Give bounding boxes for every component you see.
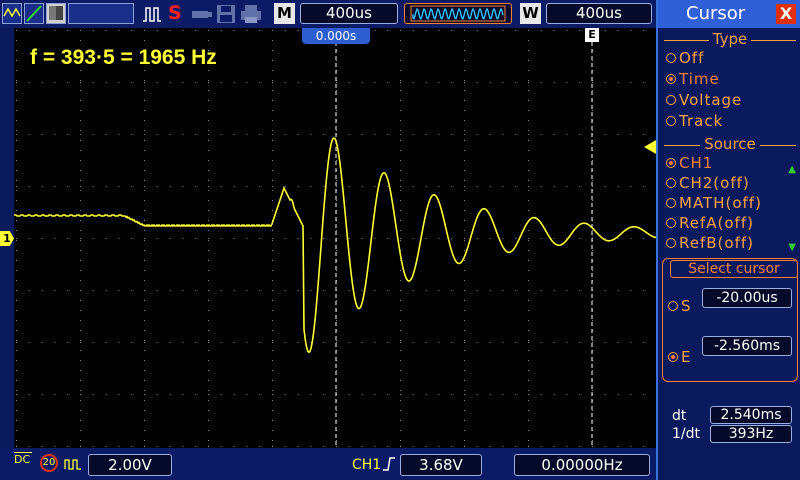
coupling-indicator: DC xyxy=(14,452,32,465)
trigger-level[interactable]: 3.68V xyxy=(400,454,482,476)
dt-value: 2.540ms xyxy=(710,406,792,424)
type-radio-1[interactable] xyxy=(666,74,676,84)
type-title-text: Type xyxy=(708,30,752,48)
waveform-screen[interactable]: f = 393·5 = 1965 Hz 0.000s E xyxy=(14,28,656,448)
source-title-text: Source xyxy=(700,135,760,153)
type-option-3[interactable]: Track xyxy=(666,112,723,130)
cursor-e-radio[interactable] xyxy=(668,352,678,362)
source-option-label: CH1 xyxy=(679,154,714,172)
source-radio-3[interactable] xyxy=(666,218,676,228)
pulse-icon[interactable] xyxy=(142,5,162,27)
source-option-label: CH2(off) xyxy=(679,174,750,192)
trigger-level-marker xyxy=(644,140,656,154)
coupling-label: DC xyxy=(14,453,31,466)
cursor-e-value[interactable]: -2.560ms xyxy=(702,336,792,356)
type-option-label: Voltage xyxy=(679,91,743,109)
type-option-label: Off xyxy=(679,49,705,67)
source-radio-0[interactable] xyxy=(666,158,676,168)
print-icon[interactable] xyxy=(240,4,264,28)
trigger-edge-icon[interactable] xyxy=(24,3,44,24)
source-option-label: RefA(off) xyxy=(679,214,754,232)
cursor-s-value[interactable]: -20.00us xyxy=(702,288,792,308)
usb-icon xyxy=(190,5,214,27)
waveform-overview[interactable] xyxy=(404,3,512,24)
cursor-time-tag: 0.000s xyxy=(302,28,370,44)
frequency-counter: 0.00000Hz xyxy=(514,454,650,476)
bw-limit-badge: 20 xyxy=(40,454,58,472)
source-radio-1[interactable] xyxy=(666,178,676,188)
trigger-edge-icon-bottom xyxy=(382,456,396,476)
cursor-e-tag: E xyxy=(585,28,599,42)
type-option-label: Time xyxy=(679,70,720,88)
source-option-3[interactable]: RefA(off) xyxy=(666,214,754,232)
ch1-trace xyxy=(14,137,656,354)
trigger-source: CH1 xyxy=(352,457,382,473)
image-icon[interactable] xyxy=(46,3,66,24)
type-radio-0[interactable] xyxy=(666,53,676,63)
timebase-letter: M xyxy=(274,3,295,24)
type-group-title: Type xyxy=(658,30,800,48)
cursor-s-radio[interactable] xyxy=(668,301,678,311)
cursor-s-option[interactable]: S xyxy=(668,297,691,315)
source-option-0[interactable]: CH1 xyxy=(666,154,713,172)
type-option-2[interactable]: Voltage xyxy=(666,91,742,109)
invert-icon xyxy=(64,456,84,475)
cursor-e-label: E xyxy=(681,348,691,366)
source-radio-2[interactable] xyxy=(666,198,676,208)
cursor-menu-panel: Cursor X Type Off Time Voltage Track Source… xyxy=(656,0,800,480)
type-option-label: Track xyxy=(679,112,724,130)
type-radio-3[interactable] xyxy=(666,116,676,126)
cursor-s-label: S xyxy=(681,297,691,315)
source-option-1[interactable]: CH2(off) xyxy=(666,174,750,192)
left-margin: 1 xyxy=(0,28,14,448)
window-letter: W xyxy=(520,3,541,24)
waveform-svg xyxy=(14,28,656,448)
top-toolbar: S M 400us W 400us xyxy=(0,0,656,28)
display-mode-box[interactable] xyxy=(68,3,134,24)
type-option-0[interactable]: Off xyxy=(666,49,704,67)
inv-dt-label: 1/dt xyxy=(672,426,700,442)
ch1-scale[interactable]: 2.00V xyxy=(88,454,172,476)
cursor-e-option[interactable]: E xyxy=(668,348,690,366)
source-option-2[interactable]: MATH(off) xyxy=(666,194,762,212)
source-group-title: Source xyxy=(658,135,800,153)
source-option-4[interactable]: RefB(off) xyxy=(666,234,754,252)
source-option-label: MATH(off) xyxy=(679,194,762,212)
timebase-value[interactable]: 400us xyxy=(300,3,398,24)
ch1-level-marker[interactable]: 1 xyxy=(0,231,14,246)
type-option-1[interactable]: Time xyxy=(666,70,720,88)
waveform-icon[interactable] xyxy=(2,3,22,24)
select-cursor-title: Select cursor xyxy=(670,260,798,278)
dt-label: dt xyxy=(672,408,687,424)
scroll-up-icon[interactable]: ▲ xyxy=(788,164,796,175)
run-status[interactable]: S xyxy=(168,2,182,24)
source-radio-4[interactable] xyxy=(666,238,676,248)
window-timebase-value[interactable]: 400us xyxy=(546,3,652,24)
scroll-down-icon[interactable]: ▼ xyxy=(788,242,796,253)
inv-dt-value: 393Hz xyxy=(710,425,792,443)
bottom-status-bar: DC 20 2.00V CH1 3.68V 0.00000Hz xyxy=(0,448,656,480)
source-option-label: RefB(off) xyxy=(679,234,754,252)
frequency-annotation: f = 393·5 = 1965 Hz xyxy=(30,46,217,69)
close-button[interactable]: X xyxy=(776,4,796,24)
save-icon[interactable] xyxy=(216,4,236,28)
type-radio-2[interactable] xyxy=(666,95,676,105)
